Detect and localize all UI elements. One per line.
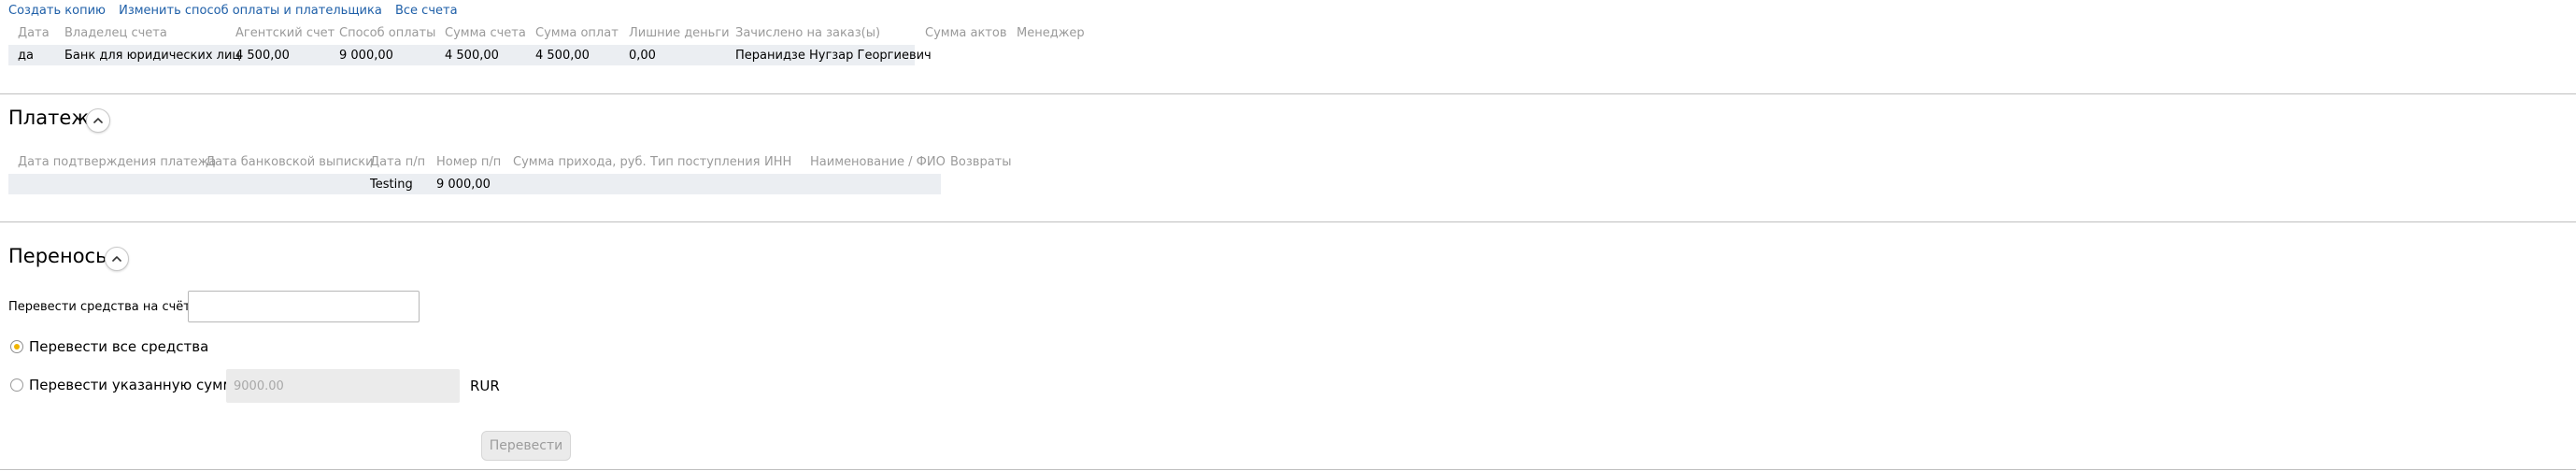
transfer-account-input[interactable] (188, 291, 420, 322)
currency-label: RUR (470, 378, 500, 394)
column-header: Дата п/п (370, 155, 426, 169)
column-header: Владелец счета (64, 26, 167, 40)
create-copy-link[interactable]: Создать копию (8, 4, 106, 18)
transfer-amount-radio[interactable] (10, 378, 23, 392)
column-header: Наименование / ФИО (810, 155, 946, 169)
column-header: ИНН (764, 155, 792, 169)
transfer-all-label[interactable]: Перевести все средства (29, 338, 208, 355)
column-header: Агентский счет (235, 26, 335, 40)
column-header: Дата подтверждения платежа (18, 155, 217, 169)
table-cell: 4 500,00 (535, 49, 590, 63)
column-header: Сумма актов (925, 26, 1007, 40)
table-cell: Testing (370, 178, 413, 192)
change-payment-link[interactable]: Изменить способ оплаты и плательщика (119, 4, 382, 18)
column-header: Лишние деньги (629, 26, 730, 40)
transfers-title: Переносы (8, 245, 111, 267)
payments-collapse-button[interactable] (86, 108, 110, 133)
column-header: Сумма оплат (535, 26, 619, 40)
column-header: Возвраты (950, 155, 1012, 169)
table-cell: 4 500,00 (235, 49, 290, 63)
column-header: Способ оплаты (339, 26, 436, 40)
section-divider (0, 221, 2576, 222)
section-divider (0, 469, 2576, 470)
column-header: Сумма счета (445, 26, 526, 40)
table-cell: 9 000,00 (339, 49, 393, 63)
column-header: Номер п/п (436, 155, 502, 169)
section-divider (0, 93, 2576, 94)
transfer-submit-button[interactable]: Перевести (481, 431, 571, 461)
transfer-all-radio[interactable] (10, 340, 23, 353)
column-header: Менеджер (1017, 26, 1085, 40)
column-header: Сумма прихода, руб. (513, 155, 647, 169)
table-cell: 9 000,00 (436, 178, 491, 192)
top-links: Создать копию Изменить способ оплаты и п… (8, 4, 467, 18)
table-cell: да (18, 49, 34, 63)
column-header: Тип поступления (650, 155, 761, 169)
transfers-collapse-button[interactable] (105, 247, 129, 271)
chevron-up-icon (112, 256, 121, 262)
column-header: Дата банковской выписки (206, 155, 374, 169)
transfer-amount-input[interactable] (226, 369, 460, 403)
table-cell: Банк для юридических лиц (64, 49, 241, 63)
transfer-amount-label[interactable]: Перевести указанную сумму (29, 377, 242, 393)
column-header: Зачислено на заказ(ы) (735, 26, 881, 40)
column-header: Дата (18, 26, 50, 40)
table-cell: 0,00 (629, 49, 656, 63)
chevron-up-icon (93, 118, 103, 123)
radio-selected-dot (14, 344, 20, 350)
transfer-account-label: Перевести средства на счёт (8, 300, 191, 314)
table-cell: Перанидзе Нугзар Георгиевич (735, 49, 932, 63)
table-cell: 4 500,00 (445, 49, 499, 63)
all-invoices-link[interactable]: Все счета (395, 4, 458, 18)
